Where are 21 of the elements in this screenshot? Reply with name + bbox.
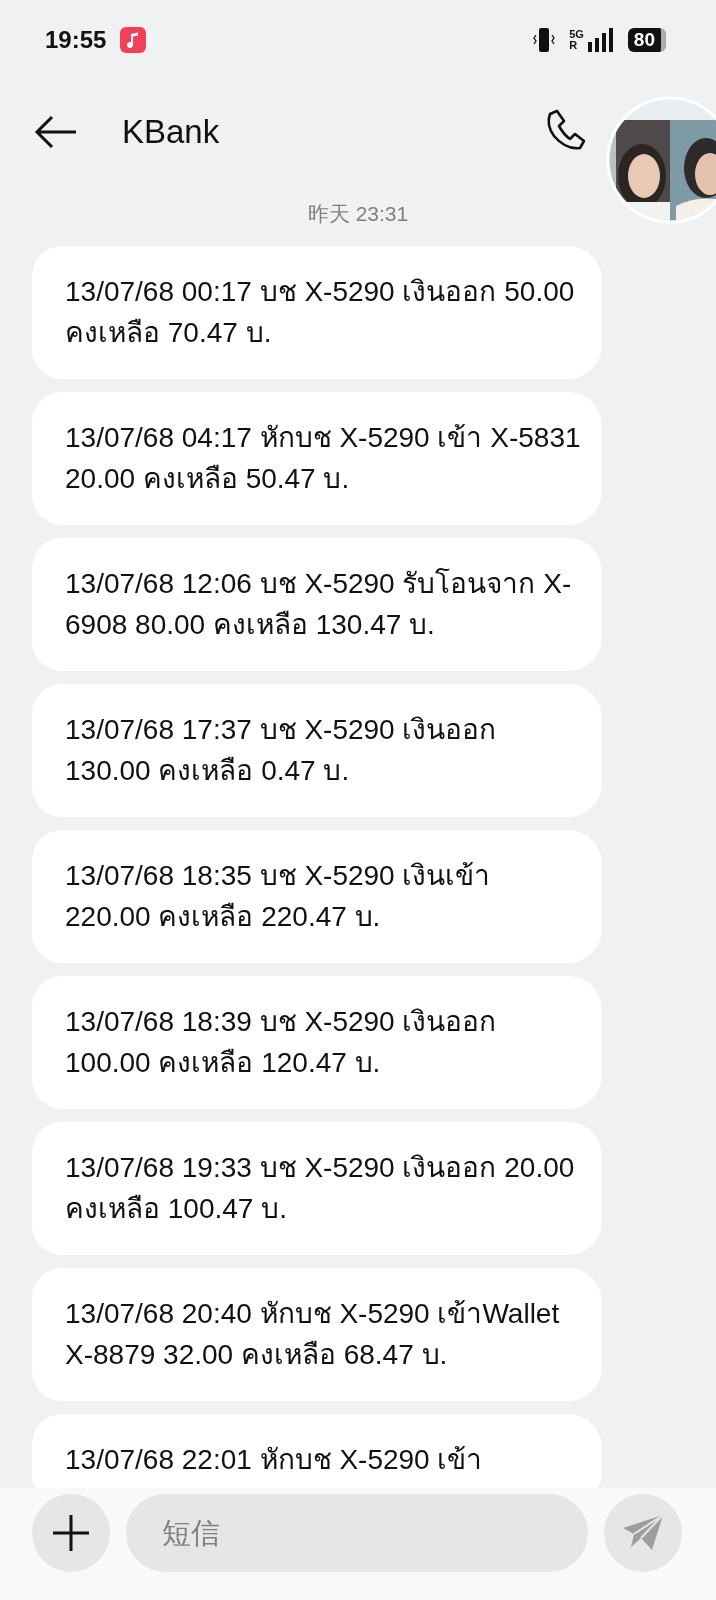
message-bubble: 13/07/68 19:33 บช X-5290 เงินออก 20.00 คงเหลือ 100.47 บ. (32, 1122, 602, 1255)
status-time: 19:55 (45, 26, 107, 54)
paper-plane-icon (622, 1514, 664, 1552)
message-bubble: 13/07/68 04:17 หักบช X-5290 เข้า X-5831 20.00 คงเหลือ 50.47 บ. (32, 392, 602, 525)
battery-indicator: 80 (627, 28, 666, 52)
message-bubble: 13/07/68 17:37 บช X-5290 เงินออก 130.00 คงเหลือ 0.47 บ. (32, 684, 602, 817)
message-bubble: 13/07/68 20:40 หักบช X-5290 เข้าWallet X-8879 32.00 คงเหลือ 68.47 บ. (32, 1268, 602, 1401)
music-app-icon (120, 27, 147, 53)
vibrate-icon (533, 27, 556, 53)
signal-icon (587, 28, 614, 52)
contact-name: KBank (122, 113, 220, 151)
message-timestamp: 昨天 23:31 (306, 201, 410, 227)
message-input[interactable]: 短信 (126, 1494, 588, 1572)
back-arrow-icon[interactable] (34, 114, 78, 150)
network-type: 5G (569, 29, 584, 40)
message-bubble: 13/07/68 12:06 บช X-5290 รับโอนจาก X-6908 80.00 คงเหลือ 130.47 บ. (32, 538, 602, 671)
roaming-indicator: R (569, 40, 579, 51)
message-bubble: 13/07/68 00:17 บช X-5290 เงินออก 50.00 คงเหลือ 70.47 บ. (32, 246, 602, 379)
plus-icon (51, 1513, 91, 1553)
message-bubble: 13/07/68 18:39 บช X-5290 เงินออก 100.00 คงเหลือ 120.47 บ. (32, 976, 602, 1109)
message-bubble: 13/07/68 18:35 บช X-5290 เงินเข้า 220.00 คงเหลือ 220.47 บ. (32, 830, 602, 963)
